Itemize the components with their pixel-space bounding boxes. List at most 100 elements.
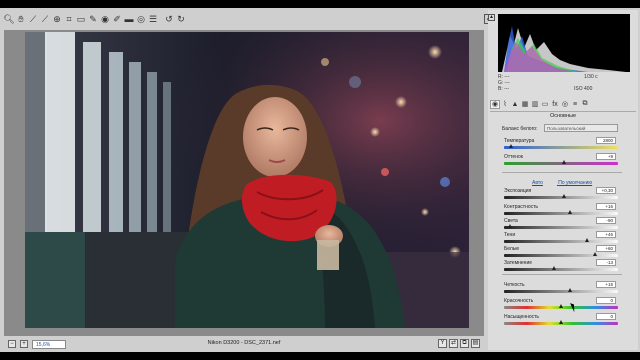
white-balance-icon[interactable]: ⟋ [28, 14, 38, 24]
spot-removal-icon[interactable]: ✎ [88, 14, 98, 24]
tab-camera-calibration-icon[interactable]: ◎ [560, 100, 570, 109]
slider-label: Оттенок [504, 154, 523, 160]
default-link[interactable]: По умолчанию [558, 180, 592, 186]
radial-filter-icon[interactable]: ◎ [136, 14, 146, 24]
photo-image [25, 32, 469, 328]
slider-label: Красочность [504, 298, 534, 304]
tab-hsl-icon[interactable]: ▦ [520, 100, 530, 109]
iso-value: ISO 400 [574, 86, 593, 92]
slider-value-input[interactable]: +16 [596, 203, 616, 210]
preferences-icon[interactable]: ☰ [148, 14, 158, 24]
tab-split-toning-icon[interactable]: ▥ [530, 100, 540, 109]
tab-snapshots-icon[interactable]: ⧉ [580, 100, 590, 109]
status-bar: − + 15,6% Nikon D3200 - DSC_2371.nef Y ⇄… [4, 338, 484, 350]
slider-label: Контрастность [504, 204, 539, 210]
slider-label: Четкость [504, 282, 525, 288]
histogram [498, 14, 630, 72]
slider-value-input[interactable]: -90 [596, 217, 616, 224]
white-balance-label: Баланс белого: [502, 126, 538, 132]
slider-track[interactable] [504, 160, 618, 165]
slider-thumb[interactable] [508, 144, 513, 148]
slider-track[interactable] [504, 144, 618, 149]
slider-label: Насыщенность [504, 314, 540, 320]
adjustment-brush-icon[interactable]: ✐ [112, 14, 122, 24]
zoom-out-button[interactable]: − [8, 340, 16, 348]
rotate-left-icon[interactable]: ↺ [164, 14, 174, 24]
slider-value-input[interactable]: +0,30 [596, 187, 616, 194]
slider-track[interactable] [504, 194, 618, 199]
adjustment-panel: ▲ R: --- G: --- B: --- 1/30 с ISO 400 ◉ … [488, 10, 638, 350]
crop-icon[interactable]: ⌗ [64, 14, 74, 24]
divider [502, 274, 622, 275]
histogram-graph [502, 26, 626, 72]
toggle-view-icon[interactable]: ▤ [471, 339, 480, 348]
exif-readout: 1/30 с ISO 400 [574, 74, 598, 92]
slider-value-input[interactable]: +46 [596, 231, 616, 238]
shadow-clipping-icon[interactable]: ▲ [488, 14, 495, 21]
swap-icon[interactable]: ⇄ [449, 339, 458, 348]
tab-basic-icon[interactable]: ◉ [490, 99, 500, 109]
image-canvas[interactable] [4, 30, 484, 336]
slider-thumb[interactable] [562, 194, 567, 198]
white-balance-select[interactable]: Пользовательский [544, 124, 618, 132]
slider-track[interactable] [504, 304, 618, 309]
slider-value-input[interactable]: -13 [596, 259, 616, 266]
before-after-icon[interactable]: Y [438, 339, 447, 348]
divider [502, 172, 622, 173]
auto-link[interactable]: Авто [532, 180, 543, 186]
slider-track[interactable] [504, 266, 618, 271]
slider-label: Белые [504, 246, 520, 252]
slider-thumb[interactable] [552, 266, 557, 270]
slider-thumb[interactable] [568, 210, 573, 214]
camera-raw-window: 🔍︎ ✋︎ ⟋ ⟋ ⊕ ⌗ ▭ ✎ ◉ ✐ ▬ ◎ ☰ ↺ ↻ ⤢ [0, 8, 640, 352]
slider-track[interactable] [504, 210, 618, 215]
tab-lens-icon[interactable]: ▭ [540, 100, 550, 109]
slider-track[interactable] [504, 224, 618, 229]
zoom-in-button[interactable]: + [20, 340, 28, 348]
slider-value-input[interactable]: +60 [596, 245, 616, 252]
graduated-filter-icon[interactable]: ▬ [124, 14, 134, 24]
slider-label: Тени [504, 232, 516, 238]
slider-value-input[interactable]: 0 [596, 313, 616, 320]
panel-tabs: ◉ ⌇ ▲ ▦ ▥ ▭ fx ◎ ≡ ⧉ [490, 99, 636, 109]
slider-thumb[interactable] [562, 160, 567, 164]
slider-thumb[interactable] [568, 288, 573, 292]
zoom-level-select[interactable]: 15,6% [32, 339, 66, 349]
auto-default-links: Авто По умолчанию [532, 180, 606, 186]
rotate-right-icon[interactable]: ↻ [176, 14, 186, 24]
slider-value-input[interactable]: 2800 [596, 137, 616, 144]
slider-label: Затемнение [504, 260, 533, 266]
rgb-readout: R: --- G: --- B: --- [498, 74, 510, 92]
tab-presets-icon[interactable]: ≡ [570, 100, 580, 109]
shutter-speed: 1/30 с [584, 74, 598, 80]
color-sampler-icon[interactable]: ⟋ [40, 14, 50, 24]
slider-track[interactable] [504, 288, 618, 293]
slider-thumb[interactable] [585, 238, 590, 242]
slider-thumb[interactable] [507, 224, 512, 228]
section-title: Основные [490, 111, 636, 119]
red-eye-icon[interactable]: ◉ [100, 14, 110, 24]
slider-track[interactable] [504, 320, 618, 325]
b-label: B: [498, 86, 503, 92]
file-name-label: Nikon D3200 - DSC_2371.nef [207, 340, 281, 346]
slider-thumb[interactable] [559, 304, 563, 308]
slider-value-input[interactable]: 0 [596, 297, 616, 304]
view-buttons: Y ⇄ ⧉ ▤ [436, 339, 480, 348]
tab-effects-icon[interactable]: fx [550, 100, 560, 109]
portrait-photo [25, 32, 469, 328]
slider-value-input[interactable]: +9 [596, 153, 616, 160]
zoom-icon[interactable]: 🔍︎ [3, 14, 14, 24]
straighten-icon[interactable]: ▭ [76, 14, 86, 24]
slider-thumb[interactable] [593, 252, 598, 256]
slider-thumb[interactable] [559, 320, 563, 324]
slider-label: Экспозиция [504, 188, 532, 194]
slider-track[interactable] [504, 252, 618, 257]
copy-settings-icon[interactable]: ⧉ [460, 339, 469, 348]
b-value: --- [504, 86, 510, 92]
tab-tone-curve-icon[interactable]: ⌇ [500, 100, 510, 109]
slider-value-input[interactable]: +15 [596, 281, 616, 288]
target-adjust-icon[interactable]: ⊕ [52, 14, 62, 24]
hand-icon[interactable]: ✋︎ [16, 14, 26, 24]
tab-detail-icon[interactable]: ▲ [510, 100, 520, 109]
slider-track[interactable] [504, 238, 618, 243]
